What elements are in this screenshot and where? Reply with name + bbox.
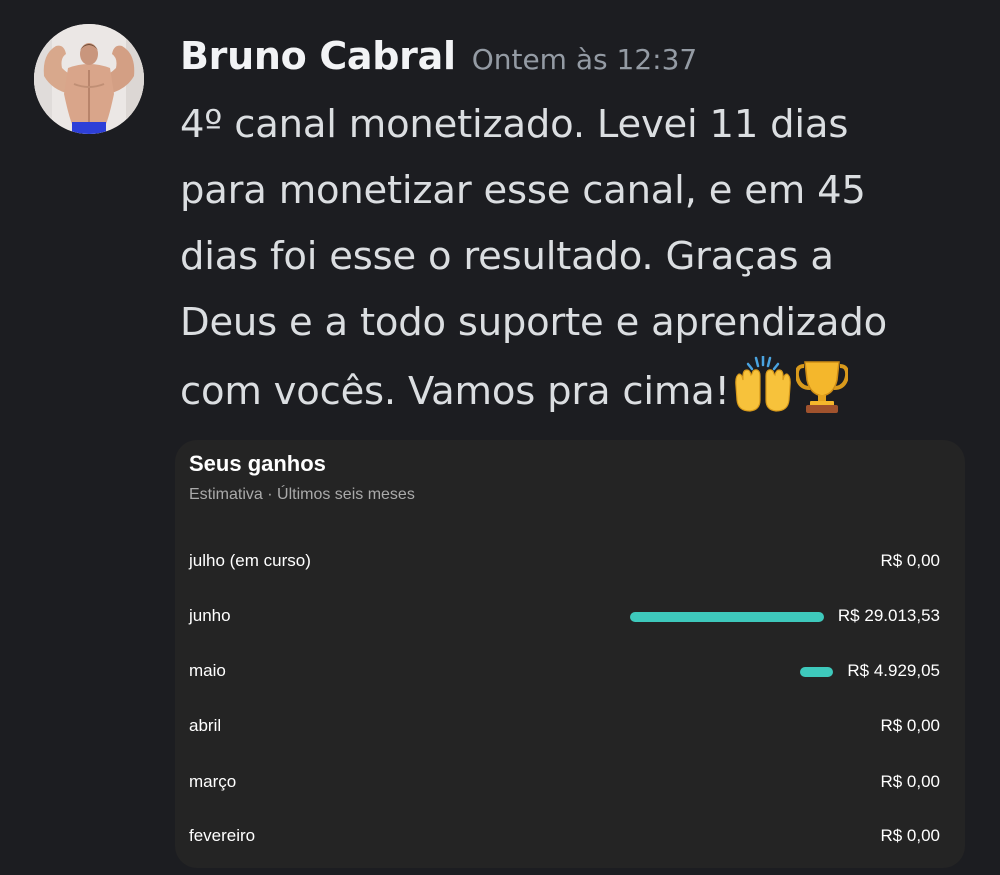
- raising-hands-icon[interactable]: [732, 354, 794, 435]
- card-title: Seus ganhos: [189, 451, 326, 476]
- earnings-row[interactable]: julho (em curso) R$ 0,00: [175, 547, 965, 577]
- trophy-icon[interactable]: [794, 358, 849, 435]
- message-line: Deus e a todo suporte e aprendizado: [180, 300, 887, 345]
- month-label: maio: [189, 661, 226, 680]
- message-line: com vocês. Vamos pra cima!: [180, 369, 730, 414]
- earnings-row[interactable]: abril R$ 0,00: [175, 712, 965, 742]
- amount-label: R$ 0,00: [880, 551, 940, 570]
- message-line: 4º canal monetizado. Levei 11 dias: [180, 102, 849, 147]
- month-label: fevereiro: [189, 826, 256, 845]
- earnings-bar: [800, 667, 833, 677]
- earnings-row[interactable]: maio R$ 4.929,05: [175, 657, 965, 687]
- author-name[interactable]: Bruno Cabral: [180, 34, 456, 78]
- amount-label: R$ 29.013,53: [837, 606, 940, 625]
- earnings-card[interactable]: Seus ganhos Estimativa · Últimos seis me…: [175, 440, 965, 868]
- earnings-row[interactable]: fevereiro R$ 0,00: [175, 822, 965, 852]
- month-label: julho (em curso): [189, 551, 311, 570]
- amount-label: R$ 4.929,05: [847, 661, 940, 680]
- month-label: março: [189, 772, 237, 791]
- card-subtitle: Estimativa · Últimos seis meses: [189, 486, 415, 503]
- message-line: dias foi esse o resultado. Graças a: [180, 234, 834, 279]
- amount-label: R$ 0,00: [880, 772, 940, 791]
- message-content: 4º canal monetizado. Levei 11 dias para …: [180, 92, 980, 435]
- earnings-row[interactable]: março R$ 0,00: [175, 768, 965, 798]
- earnings-row[interactable]: junho R$ 29.013,53: [175, 602, 965, 632]
- message-line: para monetizar esse canal, e em 45: [180, 168, 866, 213]
- avatar[interactable]: [34, 24, 144, 134]
- month-label: abril: [189, 716, 222, 735]
- avatar-image: [34, 24, 144, 134]
- chat-message: Bruno Cabral Ontem às 12:37 4º canal mone…: [0, 0, 1000, 875]
- message-timestamp[interactable]: Ontem às 12:37: [472, 43, 698, 76]
- amount-label: R$ 0,00: [880, 716, 940, 735]
- amount-label: R$ 0,00: [880, 826, 940, 845]
- month-label: junho: [189, 606, 231, 625]
- earnings-bar: [630, 612, 824, 622]
- message-header: Bruno Cabral Ontem às 12:37: [180, 34, 697, 78]
- message-line-last: com vocês. Vamos pra cima!: [180, 354, 980, 435]
